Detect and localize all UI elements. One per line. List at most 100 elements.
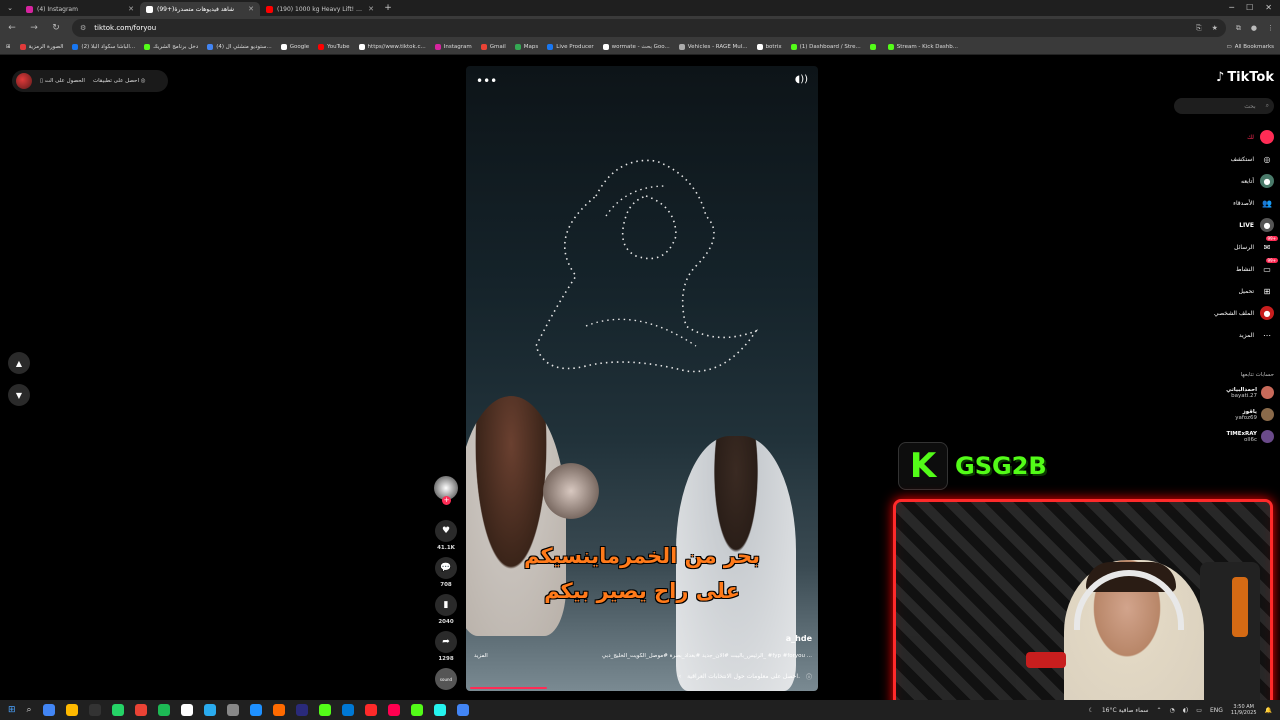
browser-tab[interactable]: (99+)شاهد فيديوهات متصدرة ✕ <box>140 2 260 16</box>
share-button[interactable]: ➦ <box>435 631 457 653</box>
previous-video-button[interactable]: ▲ <box>8 352 30 374</box>
taskbar-app-icon[interactable] <box>272 704 285 716</box>
network-icon[interactable]: ◔ <box>1170 707 1175 714</box>
video-progress-bar[interactable] <box>470 687 548 689</box>
reload-icon[interactable]: ↻ <box>50 23 62 33</box>
tray-chevron-icon[interactable]: ⌃ <box>1156 707 1161 714</box>
nav-item-upload[interactable]: تحميل ⊞ <box>1164 280 1274 302</box>
maximize-button[interactable]: ☐ <box>1246 3 1253 12</box>
tab-search-icon[interactable]: ⌄ <box>0 4 20 12</box>
taskbar-app-icon[interactable] <box>295 704 308 716</box>
weather-icon[interactable]: ☾ <box>1088 707 1093 714</box>
sound-icon[interactable]: ◖)) <box>795 74 808 85</box>
taskbar-app-icon[interactable] <box>456 704 469 716</box>
caption-more-link[interactable]: المزيد <box>474 653 488 659</box>
nav-item-friends[interactable]: الأصدقاء 👥 <box>1164 192 1274 214</box>
browser-menu-icon[interactable]: ⋮ <box>1267 24 1274 33</box>
bookmark-item[interactable]: (1) Dashboard / Stre... <box>790 44 861 50</box>
like-button[interactable]: ♥ <box>435 520 457 542</box>
bookmark-item[interactable]: Maps <box>514 44 538 50</box>
all-bookmarks-button[interactable]: ▭ All Bookmarks <box>1227 44 1275 50</box>
save-button[interactable]: ▮ <box>435 594 457 616</box>
nav-item-live[interactable]: LIVE ● <box>1164 214 1274 236</box>
comment-button[interactable]: 💬 <box>435 557 457 579</box>
bookmark-item[interactable]: (2) الباشا سكواد البلا... <box>72 44 135 50</box>
nav-item-home[interactable]: لك ⌂ <box>1164 126 1274 148</box>
notifications-icon[interactable]: 🔔 <box>1265 707 1272 714</box>
avatar[interactable] <box>16 73 32 89</box>
taskbar-app-icon[interactable] <box>226 704 239 716</box>
bookmark-item[interactable]: Vehicles - RAGE Mul... <box>678 44 748 50</box>
address-bar[interactable]: ⚙ tiktok.com/foryou ⎘ ★ <box>72 19 1226 37</box>
search-icon[interactable]: ⌕ <box>1266 102 1269 110</box>
extensions-icon[interactable]: ⧉ <box>1236 24 1241 33</box>
taskbar-app-icon[interactable] <box>364 704 377 716</box>
install-app-icon[interactable]: ⎘ <box>1196 24 1202 33</box>
bookmark-star-icon[interactable]: ★ <box>1212 24 1218 33</box>
taskbar-app-icon[interactable] <box>318 704 331 716</box>
bookmark-item[interactable]: Live Producer <box>547 44 594 50</box>
minimize-button[interactable]: ─ <box>1229 3 1234 12</box>
battery-icon[interactable]: ▭ <box>1196 707 1202 714</box>
taskbar-app-icon[interactable] <box>341 704 354 716</box>
search-taskbar-icon[interactable]: ⌕ <box>27 705 32 715</box>
forward-icon[interactable]: → <box>28 23 40 33</box>
taskbar-app-icon[interactable] <box>88 704 101 716</box>
back-icon[interactable]: ← <box>6 23 18 33</box>
election-info-banner[interactable]: ‹ احصل على معلومات حول الانتخابات العراق… <box>466 669 818 683</box>
following-account[interactable]: احمدالبياتي bayati.27 <box>1226 386 1274 399</box>
bookmark-item[interactable]: دخل برنامج الشريك <box>144 44 198 50</box>
bookmark-item[interactable]: YouTube <box>318 44 350 50</box>
nav-item-activity[interactable]: النشاط ▭ 99+ <box>1164 258 1278 280</box>
tiktok-logo[interactable]: ♪ TikTok <box>1216 70 1274 85</box>
search-input[interactable]: بحث ⌕ <box>1174 98 1274 114</box>
follow-plus-icon[interactable]: + <box>442 496 451 505</box>
video-player[interactable]: ••• ◖)) بحر من الخمرماينسيكم على راح يصي… <box>466 66 818 691</box>
language-indicator[interactable]: ENG <box>1210 707 1223 714</box>
volume-icon[interactable]: ◖) <box>1183 707 1189 714</box>
new-tab-button[interactable]: + <box>380 3 396 13</box>
apps-grid-icon[interactable]: ⊞ <box>6 44 11 50</box>
bookmark-item[interactable]: (4) ستوديو منشئي ال... <box>207 44 272 50</box>
taskbar-app-icon[interactable] <box>433 704 446 716</box>
nav-item-compass[interactable]: استكشف ◎ <box>1164 148 1274 170</box>
get-pc-app-link[interactable]: ▯ الحصول على الت <box>40 78 85 84</box>
taskbar-app-icon[interactable] <box>134 704 147 716</box>
clock[interactable]: 3:50 AM 11/9/2025 <box>1231 704 1257 716</box>
weather-text[interactable]: 16°C سماء صافية <box>1102 707 1149 714</box>
taskbar-app-icon[interactable] <box>180 704 193 716</box>
url-text[interactable]: tiktok.com/foryou <box>94 24 156 32</box>
get-app-link[interactable]: احصل على تطبيقات ◎ <box>93 78 146 84</box>
bookmark-item[interactable]: Instagram <box>434 44 472 50</box>
taskbar-app-icon[interactable] <box>42 704 55 716</box>
bookmark-item[interactable]: https//www.tiktok.c... <box>358 44 426 50</box>
profile-icon[interactable]: ● <box>1251 24 1257 33</box>
following-account[interactable]: TIMExRAY oll6c <box>1226 430 1274 443</box>
bookmark-item[interactable]: الصورة الرمزية <box>19 44 63 50</box>
taskbar-app-icon[interactable] <box>203 704 216 716</box>
bookmark-item[interactable]: Gmail <box>480 44 506 50</box>
close-window-button[interactable]: ✕ <box>1265 3 1272 12</box>
close-tab-icon[interactable]: ✕ <box>248 5 254 13</box>
browser-tab[interactable]: (4) Instagram ✕ <box>20 2 140 16</box>
taskbar-app-icon[interactable] <box>111 704 124 716</box>
bookmark-item[interactable]: wormate - بحث Goo... <box>602 44 670 50</box>
video-author[interactable]: a_hde <box>786 634 812 643</box>
next-video-button[interactable]: ▼ <box>8 384 30 406</box>
taskbar-app-icon[interactable] <box>157 704 170 716</box>
bookmark-item[interactable]: botrix <box>756 44 782 50</box>
creator-avatar[interactable]: + <box>434 476 458 505</box>
sound-disc-button[interactable]: sound <box>435 668 457 690</box>
more-options-icon[interactable]: ••• <box>476 74 497 88</box>
bookmark-item[interactable] <box>869 44 879 50</box>
taskbar-app-icon[interactable] <box>387 704 400 716</box>
windows-start-icon[interactable]: ⊞ <box>8 705 16 715</box>
close-tab-icon[interactable]: ✕ <box>128 5 134 13</box>
bookmark-item[interactable]: Google <box>280 44 309 50</box>
browser-tab[interactable]: (190) 1000 kg Heavy Lift! U.S. ✕ <box>260 2 380 16</box>
following-account[interactable]: ياقوز yafoz69 <box>1235 408 1274 421</box>
taskbar-app-icon[interactable] <box>249 704 262 716</box>
site-info-icon[interactable]: ⚙ <box>80 24 86 32</box>
bookmark-item[interactable]: Stream - Kick Dashb... <box>887 44 958 50</box>
taskbar-app-icon[interactable] <box>410 704 423 716</box>
